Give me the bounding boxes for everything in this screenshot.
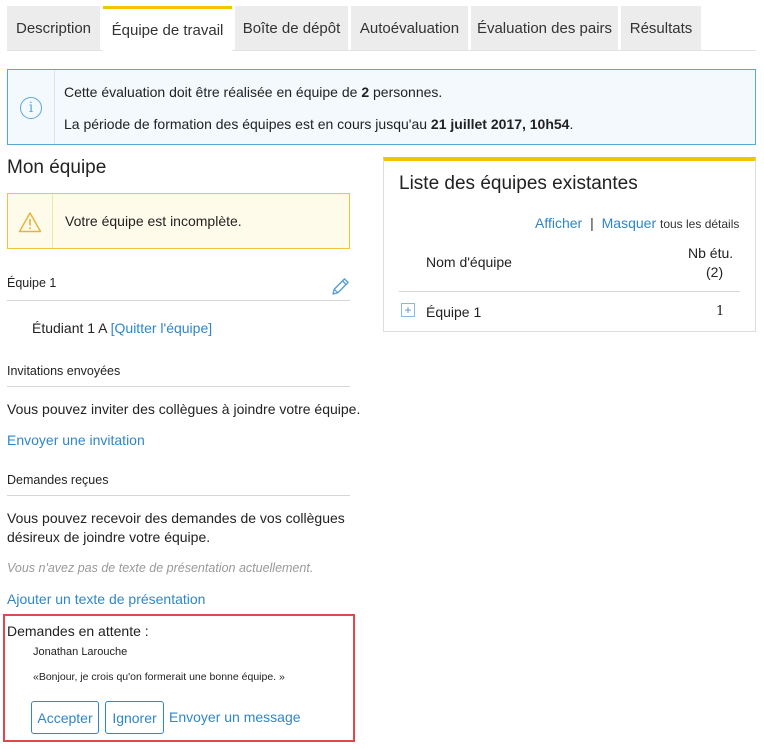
add-presentation-link[interactable]: Ajouter un texte de présentation (7, 591, 205, 607)
column-header-team-name: Nom d'équipe (426, 254, 512, 270)
info-notice: i Cette évaluation doit être réalisée en… (7, 69, 756, 145)
column-header-count: Nb étu. (688, 245, 734, 261)
teams-list-title: Liste des équipes existantes (399, 173, 638, 194)
divider (7, 300, 350, 301)
separator: | (590, 215, 594, 231)
info-divider (54, 70, 55, 144)
tab-description[interactable]: Description (7, 6, 100, 50)
info-icon: i (20, 97, 42, 119)
hide-details-link[interactable]: Masquer (602, 215, 656, 231)
send-invitation-link[interactable]: Envoyer une invitation (7, 432, 145, 448)
requester-name: Jonathan Larouche (33, 646, 128, 658)
leave-team-link[interactable]: [Quitter l'équipe] (111, 320, 213, 336)
invitations-text: Vous pouvez inviter des collègues à join… (7, 401, 361, 417)
pencil-icon[interactable] (329, 276, 351, 298)
details-toggle: Afficher | Masquer tous les détails (535, 215, 739, 231)
divider (7, 386, 350, 387)
my-team-heading: Mon équipe (7, 157, 107, 178)
team-row-count: 1 (716, 304, 725, 319)
tab-equipe-de-travail[interactable]: Équipe de travail (103, 6, 232, 51)
show-details-link[interactable]: Afficher (535, 215, 582, 231)
invitations-heading: Invitations envoyées (7, 364, 121, 378)
divider (7, 495, 350, 496)
warning-text: Votre équipe est incomplète. (65, 213, 242, 229)
ignore-button[interactable]: Ignorer (105, 701, 164, 734)
tab-autoevaluation[interactable]: Autoévaluation (351, 6, 468, 50)
expand-plus-icon[interactable]: + (401, 303, 415, 317)
requests-heading: Demandes reçues (7, 473, 109, 487)
requests-text-line1: Vous pouvez recevoir des demandes de vos… (7, 510, 345, 526)
warning-divider (52, 194, 53, 248)
request-message: «Bonjour, je crois qu'on formerait une b… (33, 671, 285, 683)
tab-evaluation-des-pairs[interactable]: Évaluation des pairs (471, 6, 618, 50)
requests-text-line2: désireux de joindre votre équipe. (7, 529, 211, 545)
tab-bar: Description Équipe de travail Boîte de d… (7, 6, 756, 51)
team-name: Équipe 1 (7, 276, 57, 290)
details-label: tous les détails (660, 217, 740, 231)
team-row-name: Équipe 1 (426, 304, 482, 320)
warning-icon (18, 212, 42, 233)
no-presentation-text: Vous n'avez pas de texte de présentation… (7, 561, 314, 575)
send-message-link[interactable]: Envoyer un message (169, 709, 301, 725)
tab-resultats[interactable]: Résultats (621, 6, 701, 50)
column-header-count-max: (2) (706, 264, 724, 280)
info-line-deadline: La période de formation des équipes est … (64, 116, 574, 132)
incomplete-team-warning: Votre équipe est incomplète. (7, 193, 350, 249)
tab-boite-de-depot[interactable]: Boîte de dépôt (235, 6, 348, 50)
accept-button[interactable]: Accepter (31, 701, 99, 734)
info-line-team-size: Cette évaluation doit être réalisée en é… (64, 84, 443, 100)
pending-requests-heading: Demandes en attente : (7, 623, 149, 639)
divider (399, 291, 740, 292)
team-member: Étudiant 1 A [Quitter l'équipe] (32, 320, 213, 336)
